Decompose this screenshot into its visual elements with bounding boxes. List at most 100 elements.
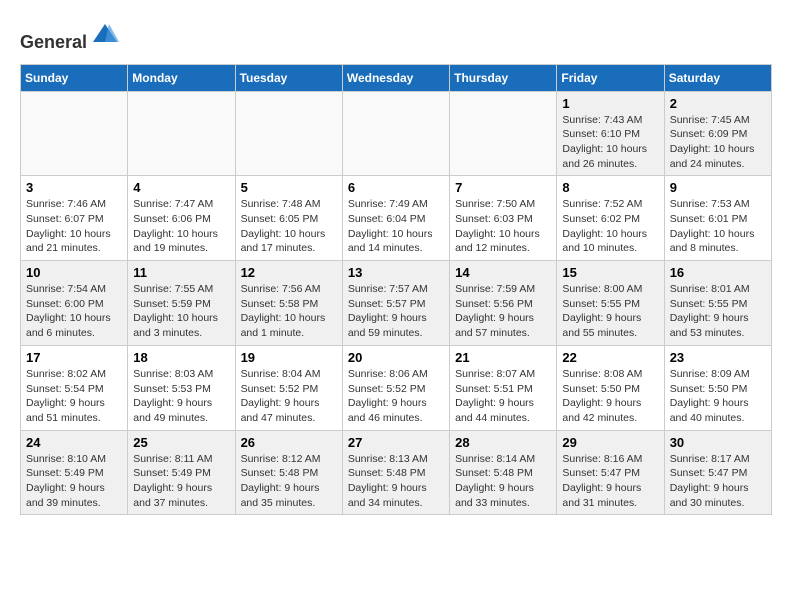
day-number: 9 [670, 180, 766, 195]
calendar-header-row: SundayMondayTuesdayWednesdayThursdayFrid… [21, 64, 772, 91]
calendar-day-cell: 3 Sunrise: 7:46 AM Sunset: 6:07 PM Daylig… [21, 176, 128, 261]
day-number: 26 [241, 435, 337, 450]
day-info: Sunrise: 7:53 AM Sunset: 6:01 PM Dayligh… [670, 197, 766, 256]
calendar-day-cell: 14Sunrise: 7:59 AM Sunset: 5:56 PM Dayli… [450, 261, 557, 346]
day-info: Sunrise: 8:10 AM Sunset: 5:49 PM Dayligh… [26, 452, 122, 511]
day-number: 17 [26, 350, 122, 365]
calendar-week-row: 1Sunrise: 7:43 AM Sunset: 6:10 PM Daylig… [21, 91, 772, 176]
day-number: 28 [455, 435, 551, 450]
calendar-day-cell [342, 91, 449, 176]
day-info: Sunrise: 7:56 AM Sunset: 5:58 PM Dayligh… [241, 282, 337, 341]
weekday-header-sunday: Sunday [21, 64, 128, 91]
logo-general: General [20, 32, 87, 52]
weekday-header-wednesday: Wednesday [342, 64, 449, 91]
calendar-day-cell: 7 Sunrise: 7:50 AM Sunset: 6:03 PM Daylig… [450, 176, 557, 261]
calendar-day-cell: 17 Sunrise: 8:02 AM Sunset: 5:54 PM Dayli… [21, 345, 128, 430]
calendar-week-row: 24 Sunrise: 8:10 AM Sunset: 5:49 PM Dayli… [21, 430, 772, 515]
calendar-day-cell: 18 Sunrise: 8:03 AM Sunset: 5:53 PM Dayli… [128, 345, 235, 430]
calendar-day-cell: 21Sunrise: 8:07 AM Sunset: 5:51 PM Dayli… [450, 345, 557, 430]
day-info: Sunrise: 7:54 AM Sunset: 6:00 PM Dayligh… [26, 282, 122, 341]
day-number: 6 [348, 180, 444, 195]
calendar-day-cell: 8 Sunrise: 7:52 AM Sunset: 6:02 PM Daylig… [557, 176, 664, 261]
day-number: 24 [26, 435, 122, 450]
calendar-day-cell [128, 91, 235, 176]
calendar-day-cell: 24 Sunrise: 8:10 AM Sunset: 5:49 PM Dayli… [21, 430, 128, 515]
calendar-day-cell: 12 Sunrise: 7:56 AM Sunset: 5:58 PM Dayli… [235, 261, 342, 346]
calendar-table: SundayMondayTuesdayWednesdayThursdayFrid… [20, 64, 772, 516]
calendar-day-cell: 10 Sunrise: 7:54 AM Sunset: 6:00 PM Dayli… [21, 261, 128, 346]
day-number: 11 [133, 265, 229, 280]
day-number: 1 [562, 96, 658, 111]
calendar-day-cell: 25 Sunrise: 8:11 AM Sunset: 5:49 PM Dayli… [128, 430, 235, 515]
day-info: Sunrise: 8:14 AM Sunset: 5:48 PM Dayligh… [455, 452, 551, 511]
calendar-day-cell: 5Sunrise: 7:48 AM Sunset: 6:05 PM Daylig… [235, 176, 342, 261]
logo: General [20, 20, 119, 54]
day-number: 8 [562, 180, 658, 195]
day-info: Sunrise: 7:59 AM Sunset: 5:56 PM Dayligh… [455, 282, 551, 341]
calendar-day-cell: 26 Sunrise: 8:12 AM Sunset: 5:48 PM Dayli… [235, 430, 342, 515]
day-number: 15 [562, 265, 658, 280]
weekday-header-thursday: Thursday [450, 64, 557, 91]
calendar-week-row: 17 Sunrise: 8:02 AM Sunset: 5:54 PM Dayli… [21, 345, 772, 430]
calendar-day-cell: 13Sunrise: 7:57 AM Sunset: 5:57 PM Dayli… [342, 261, 449, 346]
day-info: Sunrise: 7:45 AM Sunset: 6:09 PM Dayligh… [670, 113, 766, 172]
logo-icon [91, 20, 119, 48]
calendar-day-cell: 23 Sunrise: 8:09 AM Sunset: 5:50 PM Dayli… [664, 345, 771, 430]
day-info: Sunrise: 8:07 AM Sunset: 5:51 PM Dayligh… [455, 367, 551, 426]
day-info: Sunrise: 7:50 AM Sunset: 6:03 PM Dayligh… [455, 197, 551, 256]
day-info: Sunrise: 8:09 AM Sunset: 5:50 PM Dayligh… [670, 367, 766, 426]
day-number: 22 [562, 350, 658, 365]
day-info: Sunrise: 8:16 AM Sunset: 5:47 PM Dayligh… [562, 452, 658, 511]
calendar-day-cell: 9 Sunrise: 7:53 AM Sunset: 6:01 PM Daylig… [664, 176, 771, 261]
weekday-header-monday: Monday [128, 64, 235, 91]
weekday-header-tuesday: Tuesday [235, 64, 342, 91]
calendar-day-cell [21, 91, 128, 176]
day-number: 10 [26, 265, 122, 280]
day-info: Sunrise: 7:52 AM Sunset: 6:02 PM Dayligh… [562, 197, 658, 256]
day-number: 18 [133, 350, 229, 365]
day-info: Sunrise: 7:57 AM Sunset: 5:57 PM Dayligh… [348, 282, 444, 341]
day-info: Sunrise: 8:13 AM Sunset: 5:48 PM Dayligh… [348, 452, 444, 511]
day-number: 2 [670, 96, 766, 111]
day-number: 30 [670, 435, 766, 450]
day-number: 27 [348, 435, 444, 450]
calendar-day-cell: 27 Sunrise: 8:13 AM Sunset: 5:48 PM Dayli… [342, 430, 449, 515]
day-info: Sunrise: 8:17 AM Sunset: 5:47 PM Dayligh… [670, 452, 766, 511]
calendar-day-cell: 29 Sunrise: 8:16 AM Sunset: 5:47 PM Dayli… [557, 430, 664, 515]
day-info: Sunrise: 8:06 AM Sunset: 5:52 PM Dayligh… [348, 367, 444, 426]
day-number: 25 [133, 435, 229, 450]
weekday-header-saturday: Saturday [664, 64, 771, 91]
day-number: 23 [670, 350, 766, 365]
day-number: 12 [241, 265, 337, 280]
day-info: Sunrise: 8:00 AM Sunset: 5:55 PM Dayligh… [562, 282, 658, 341]
calendar-day-cell: 1Sunrise: 7:43 AM Sunset: 6:10 PM Daylig… [557, 91, 664, 176]
day-info: Sunrise: 8:01 AM Sunset: 5:55 PM Dayligh… [670, 282, 766, 341]
day-number: 7 [455, 180, 551, 195]
calendar-week-row: 3 Sunrise: 7:46 AM Sunset: 6:07 PM Daylig… [21, 176, 772, 261]
day-info: Sunrise: 8:11 AM Sunset: 5:49 PM Dayligh… [133, 452, 229, 511]
calendar-day-cell: 2 Sunrise: 7:45 AM Sunset: 6:09 PM Daylig… [664, 91, 771, 176]
day-number: 29 [562, 435, 658, 450]
page-header: General [20, 20, 772, 54]
weekday-header-friday: Friday [557, 64, 664, 91]
day-info: Sunrise: 7:46 AM Sunset: 6:07 PM Dayligh… [26, 197, 122, 256]
calendar-day-cell: 22 Sunrise: 8:08 AM Sunset: 5:50 PM Dayli… [557, 345, 664, 430]
day-info: Sunrise: 8:12 AM Sunset: 5:48 PM Dayligh… [241, 452, 337, 511]
day-info: Sunrise: 8:08 AM Sunset: 5:50 PM Dayligh… [562, 367, 658, 426]
calendar-day-cell [450, 91, 557, 176]
calendar-day-cell: 6 Sunrise: 7:49 AM Sunset: 6:04 PM Daylig… [342, 176, 449, 261]
day-info: Sunrise: 7:49 AM Sunset: 6:04 PM Dayligh… [348, 197, 444, 256]
day-info: Sunrise: 8:02 AM Sunset: 5:54 PM Dayligh… [26, 367, 122, 426]
calendar-day-cell: 28 Sunrise: 8:14 AM Sunset: 5:48 PM Dayli… [450, 430, 557, 515]
calendar-day-cell: 20Sunrise: 8:06 AM Sunset: 5:52 PM Dayli… [342, 345, 449, 430]
day-number: 3 [26, 180, 122, 195]
calendar-day-cell: 19Sunrise: 8:04 AM Sunset: 5:52 PM Dayli… [235, 345, 342, 430]
calendar-day-cell: 16 Sunrise: 8:01 AM Sunset: 5:55 PM Dayli… [664, 261, 771, 346]
calendar-week-row: 10 Sunrise: 7:54 AM Sunset: 6:00 PM Dayli… [21, 261, 772, 346]
calendar-day-cell: 15 Sunrise: 8:00 AM Sunset: 5:55 PM Dayli… [557, 261, 664, 346]
calendar-day-cell: 11Sunrise: 7:55 AM Sunset: 5:59 PM Dayli… [128, 261, 235, 346]
day-info: Sunrise: 8:03 AM Sunset: 5:53 PM Dayligh… [133, 367, 229, 426]
day-number: 16 [670, 265, 766, 280]
calendar-day-cell: 4Sunrise: 7:47 AM Sunset: 6:06 PM Daylig… [128, 176, 235, 261]
day-info: Sunrise: 8:04 AM Sunset: 5:52 PM Dayligh… [241, 367, 337, 426]
